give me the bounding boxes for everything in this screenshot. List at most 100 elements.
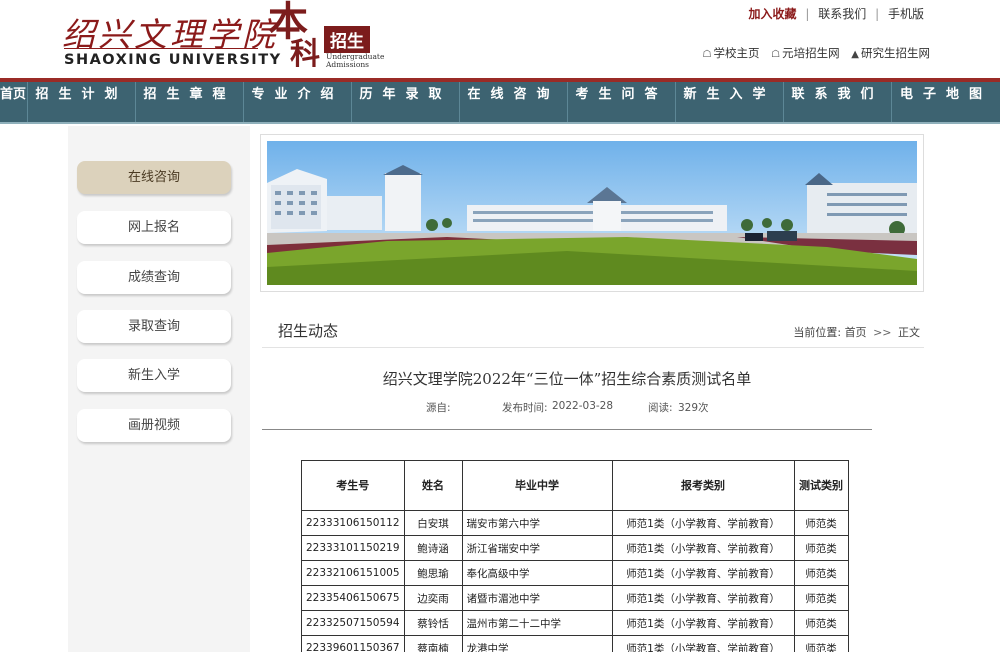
separator: | [805, 7, 810, 21]
cell-school: 温州市第二十二中学 [461, 610, 613, 636]
contact-us-link[interactable]: 联系我们 [818, 7, 866, 21]
cell-school: 瑞安市第六中学 [461, 510, 613, 536]
table-row: 22335406150675 边奕雨 诸暨市湄池中学 师范1类（小学教育、学前教… [301, 585, 849, 611]
logo-divider [64, 48, 258, 49]
column-header: 报考类别 [611, 460, 795, 511]
article-title: 绍兴文理学院2022年“三位一体”招生综合素质测试名单 [382, 370, 752, 388]
reads-count: 329次 [678, 402, 709, 414]
main-nav: 首页 招生计划 招生章程 专业介绍 历年录取 在线咨询 考生问答 新生入学 联系… [0, 82, 1000, 124]
breadcrumb-separator: >> [873, 326, 892, 339]
logo-english-name: SHAOXING UNIVERSITY [64, 52, 282, 68]
column-header: 测试类别 [793, 460, 849, 511]
mobile-version-link[interactable]: 手机版 [888, 7, 924, 21]
school-homepage-link[interactable]: ☖ 学校主页 [703, 46, 760, 60]
breadcrumb-current: 正文 [898, 326, 920, 339]
cell-exam-id: 22335406150675 [301, 585, 405, 611]
cell-test-type: 师范类 [793, 535, 849, 561]
cell-test-type: 师范类 [793, 560, 849, 586]
cell-test-type: 师范类 [793, 585, 849, 611]
nav-item-history[interactable]: 历年录取 [352, 82, 460, 122]
breadcrumb-home-link[interactable]: 首页 [845, 326, 867, 339]
nav-item-plan[interactable]: 招生计划 [28, 82, 136, 122]
cell-category: 师范1类（小学教育、学前教育） [611, 535, 795, 561]
logo-big-char-1: 本 [268, 0, 308, 45]
table-row: 22339601150367 蔡南楠 龙港中学 师范1类（小学教育、学前教育） … [301, 635, 849, 652]
source-label: 源自: [426, 402, 451, 414]
sidebar-item-new-students[interactable]: 新生入学 [77, 359, 231, 392]
nav-item-majors[interactable]: 专业介绍 [244, 82, 352, 122]
cell-exam-id: 22332507150594 [301, 610, 405, 636]
home-icon: ☖ [702, 49, 712, 60]
column-header: 毕业中学 [461, 460, 613, 511]
logo-undergrad-mark: 本 科 [268, 0, 328, 72]
cell-school: 龙港中学 [461, 635, 613, 652]
graduation-cap-icon: ▲ [851, 49, 859, 60]
table-row: 22333101150219 鲍诗涵 浙江省瑞安中学 师范1类（小学教育、学前教… [301, 535, 849, 561]
logo-subtitle: Undergraduate Admissions [326, 53, 406, 69]
cell-category: 师范1类（小学教育、学前教育） [611, 610, 795, 636]
cell-exam-id: 22339601150367 [301, 635, 405, 652]
nav-item-enrollment[interactable]: 新生入学 [676, 82, 784, 122]
sidebar-item-online-registration[interactable]: 网上报名 [77, 211, 231, 244]
cell-exam-id: 22332106151005 [301, 560, 405, 586]
cell-name: 鲍思瑜 [403, 560, 463, 586]
breadcrumb-prefix: 当前位置: [793, 326, 842, 339]
home-icon: ☖ [771, 49, 781, 60]
sidebar-item-online-consult[interactable]: 在线咨询 [77, 161, 231, 194]
nav-item-charter[interactable]: 招生章程 [136, 82, 244, 122]
nav-item-consult[interactable]: 在线咨询 [460, 82, 568, 122]
table-row: 22332507150594 蔡铃恬 温州市第二十二中学 师范1类（小学教育、学… [301, 610, 849, 636]
yuanpei-admissions-link[interactable]: ☖ 元培招生网 [771, 46, 839, 60]
sidebar-item-admission-query[interactable]: 录取查询 [77, 310, 231, 343]
cell-name: 蔡铃恬 [403, 610, 463, 636]
reads-label: 阅读: [648, 402, 673, 414]
nav-item-map[interactable]: 电子地图 [892, 82, 1000, 122]
column-header: 姓名 [403, 460, 463, 511]
site-link-label: 学校主页 [713, 46, 760, 60]
campus-banner-image [267, 141, 917, 285]
sidebar-item-album-video[interactable]: 画册视频 [77, 409, 231, 442]
cell-test-type: 师范类 [793, 610, 849, 636]
candidate-table: 考生号 姓名 毕业中学 报考类别 测试类别 22333106150112 白安琪… [301, 460, 849, 652]
campus-banner-frame [260, 134, 924, 292]
site-header: 绍兴文理学院 SHAOXING UNIVERSITY 本 科 招生 Underg… [0, 0, 1000, 78]
breadcrumb: 当前位置: 首页 >> 正文 [793, 324, 920, 340]
cell-exam-id: 22333106150112 [301, 510, 405, 536]
section-header: 招生动态 当前位置: 首页 >> 正文 [262, 316, 924, 348]
table-row: 22332106151005 鲍思瑜 奉化高级中学 师范1类（小学教育、学前教育… [301, 560, 849, 586]
cell-name: 边奕雨 [403, 585, 463, 611]
cell-school: 浙江省瑞安中学 [461, 535, 613, 561]
university-logo[interactable]: 绍兴文理学院 SHAOXING UNIVERSITY 本 科 招生 Underg… [62, 0, 402, 78]
table-row: 22333106150112 白安琪 瑞安市第六中学 师范1类（小学教育、学前教… [301, 510, 849, 536]
publish-date: 2022-03-28 [552, 400, 614, 412]
publish-date-label: 发布时间: [502, 402, 548, 414]
top-links: 加入收藏 | 联系我们 | 手机版 [749, 5, 924, 22]
cell-test-type: 师范类 [793, 635, 849, 652]
cell-name: 蔡南楠 [403, 635, 463, 652]
cell-category: 师范1类（小学教育、学前教育） [611, 510, 795, 536]
campus-illustration [267, 141, 917, 285]
cell-school: 诸暨市湄池中学 [461, 585, 613, 611]
site-link-label: 研究生招生网 [861, 46, 930, 60]
logo-admissions-badge: 招生 [324, 26, 370, 53]
section-title: 招生动态 [278, 322, 339, 340]
column-header: 考生号 [301, 460, 405, 511]
cell-test-type: 师范类 [793, 510, 849, 536]
site-link-label: 元培招生网 [782, 46, 840, 60]
logo-big-char-2: 科 [290, 37, 320, 72]
cell-category: 师范1类（小学教育、学前教育） [611, 585, 795, 611]
sidebar-item-score-query[interactable]: 成绩查询 [77, 261, 231, 294]
sidebar: 在线咨询 网上报名 成绩查询 录取查询 新生入学 画册视频 [68, 126, 250, 652]
nav-item-qa[interactable]: 考生问答 [568, 82, 676, 122]
cell-exam-id: 22333101150219 [301, 535, 405, 561]
site-links: ☖ 学校主页 ☖ 元培招生网 ▲ 研究生招生网 [695, 45, 930, 61]
nav-item-contact[interactable]: 联系我们 [784, 82, 892, 122]
nav-item-home[interactable]: 首页 [0, 82, 28, 122]
separator: | [875, 7, 880, 21]
cell-name: 鲍诗涵 [403, 535, 463, 561]
table-header-row: 考生号 姓名 毕业中学 报考类别 测试类别 [301, 460, 849, 511]
logo-subtitle-line-2: Admissions [326, 60, 370, 69]
graduate-admissions-link[interactable]: ▲ 研究生招生网 [851, 46, 930, 60]
cell-category: 师范1类（小学教育、学前教育） [611, 560, 795, 586]
add-favorite-link[interactable]: 加入收藏 [749, 7, 797, 21]
